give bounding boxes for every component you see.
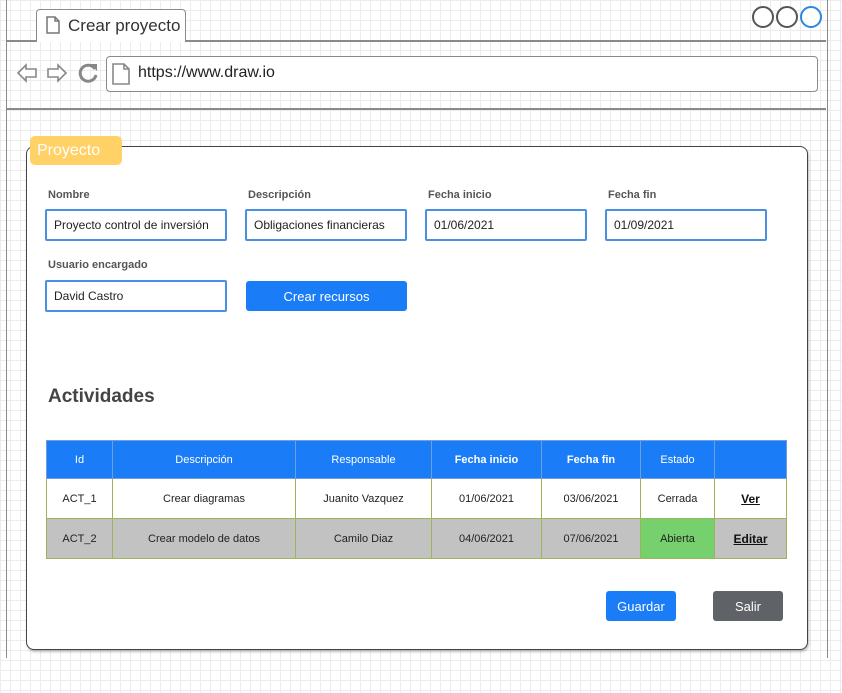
back-arrow-icon[interactable]	[16, 62, 38, 84]
panel-title: Proyecto	[30, 136, 122, 165]
table-row: ACT_1 Crear diagramas Juanito Vazquez 01…	[46, 478, 787, 519]
activities-table: Id Descripción Responsable Fecha inicio …	[46, 440, 787, 559]
guardar-button[interactable]: Guardar	[606, 591, 676, 621]
table-cell: Crear modelo de datos	[112, 518, 296, 559]
window-close-icon[interactable]	[800, 6, 822, 28]
toolbar-divider	[6, 108, 826, 110]
table-cell: Camilo Diaz	[295, 518, 432, 559]
action-cell: Ver	[714, 478, 787, 519]
fecha-inicio-label: Fecha inicio	[428, 189, 492, 201]
table-cell: ACT_2	[46, 518, 113, 559]
window-maximize-icon[interactable]	[776, 6, 798, 28]
column-header: Fecha inicio	[431, 440, 542, 479]
table-cell: ACT_1	[46, 478, 113, 519]
editar-link[interactable]: Editar	[733, 532, 767, 546]
table-row: ACT_2 Crear modelo de datos Camilo Diaz …	[46, 518, 787, 559]
status-cell: Cerrada	[640, 478, 715, 519]
document-icon	[46, 16, 60, 34]
page-icon	[112, 63, 130, 85]
tab-title: Crear proyecto	[68, 16, 181, 35]
activities-title: Actividades	[48, 386, 155, 407]
column-header	[714, 440, 787, 479]
nombre-field[interactable]	[45, 209, 227, 241]
table-cell: 01/06/2021	[431, 478, 542, 519]
column-header: Descripción	[112, 440, 296, 479]
column-header: Id	[46, 440, 113, 479]
table-cell: Juanito Vazquez	[295, 478, 432, 519]
action-cell: Editar	[714, 518, 787, 559]
status-cell: Abierta	[640, 518, 715, 559]
table-cell: 03/06/2021	[541, 478, 641, 519]
usuario-label: Usuario encargado	[48, 259, 148, 271]
column-header: Responsable	[295, 440, 432, 479]
table-header-row: Id Descripción Responsable Fecha inicio …	[46, 440, 787, 479]
window-minimize-icon[interactable]	[752, 6, 774, 28]
url-text: https://www.draw.io	[138, 64, 275, 81]
descripcion-field[interactable]	[245, 209, 407, 241]
refresh-icon[interactable]	[76, 61, 100, 85]
column-header: Estado	[640, 440, 715, 479]
table-cell: 07/06/2021	[541, 518, 641, 559]
crear-recursos-button[interactable]: Crear recursos	[246, 281, 407, 311]
descripcion-label: Descripción	[248, 189, 311, 201]
nombre-label: Nombre	[48, 189, 90, 201]
column-header: Fecha fin	[541, 440, 641, 479]
table-cell: 04/06/2021	[431, 518, 542, 559]
salir-button[interactable]: Salir	[713, 591, 783, 621]
ver-link[interactable]: Ver	[741, 492, 760, 506]
fecha-inicio-field[interactable]	[425, 209, 587, 241]
fecha-fin-field[interactable]	[605, 209, 767, 241]
usuario-field[interactable]	[45, 280, 227, 312]
fecha-fin-label: Fecha fin	[608, 189, 657, 201]
forward-arrow-icon[interactable]	[46, 62, 68, 84]
table-cell: Crear diagramas	[112, 478, 296, 519]
